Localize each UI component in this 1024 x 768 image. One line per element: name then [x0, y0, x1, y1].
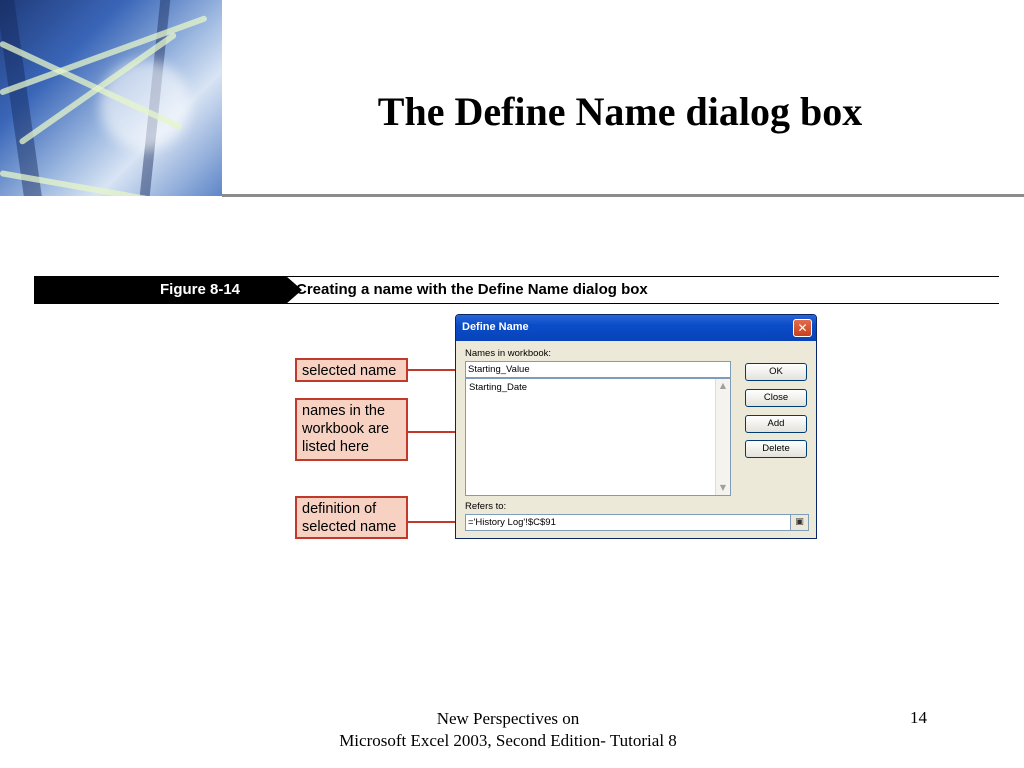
figure-label: Figure 8-14: [160, 281, 241, 298]
footer-line: Microsoft Excel 2003, Second Edition- Tu…: [339, 731, 677, 750]
callout-names-listed: names in the workbook are listed here: [295, 398, 408, 461]
callout-text-line: selected name: [302, 519, 397, 535]
slide-title: The Define Name dialog box: [377, 89, 863, 134]
callout-text: selected name: [302, 363, 397, 379]
scroll-down-icon[interactable]: ▼: [716, 481, 730, 495]
figure-banner: Figure 8-14 Creating a name with the Def…: [34, 276, 999, 304]
refers-to-label: Refers to:: [465, 501, 507, 512]
names-list-scrollbar[interactable]: ▲ ▼: [715, 379, 730, 495]
callout-arrow-line: [408, 431, 458, 433]
list-item[interactable]: Starting_Date: [469, 382, 527, 393]
figure-caption: Creating a name with the Define Name dia…: [296, 281, 648, 298]
names-list[interactable]: Starting_Date ▲ ▼: [465, 378, 731, 496]
title-divider: [222, 194, 1024, 197]
dialog-title: Define Name: [462, 321, 529, 333]
callout-text-line: names in the: [302, 403, 386, 419]
decorative-header-image: [0, 0, 222, 196]
callout-selected-name: selected name: [295, 358, 408, 382]
slide-footer: New Perspectives on Microsoft Excel 2003…: [290, 708, 726, 752]
footer-line: New Perspectives on: [436, 709, 580, 728]
figure-label-box: Figure 8-14: [34, 276, 286, 304]
add-button[interactable]: Add: [745, 415, 807, 433]
callout-text-line: definition of: [302, 501, 377, 517]
refers-to-input[interactable]: ='History Log'!$C$91: [465, 514, 793, 531]
names-in-workbook-label: Names in workbook:: [465, 348, 552, 359]
ok-button[interactable]: OK: [745, 363, 807, 381]
range-select-icon[interactable]: ▣: [790, 514, 809, 531]
scroll-up-icon[interactable]: ▲: [716, 379, 730, 393]
page-number: 14: [910, 708, 927, 727]
name-input[interactable]: Starting_Value: [465, 361, 731, 378]
callout-text-line: workbook are: [302, 421, 390, 437]
close-icon[interactable]: ✕: [793, 319, 812, 337]
dialog-titlebar[interactable]: Define Name ✕: [456, 315, 816, 341]
callout-text-line: listed here: [302, 439, 369, 455]
close-button[interactable]: Close: [745, 389, 807, 407]
callout-definition: definition of selected name: [295, 496, 408, 539]
define-name-dialog: Define Name ✕ Names in workbook: Startin…: [455, 314, 817, 539]
callout-arrow-line: [408, 521, 458, 523]
delete-button[interactable]: Delete: [745, 440, 807, 458]
callout-arrow-line: [408, 369, 458, 371]
